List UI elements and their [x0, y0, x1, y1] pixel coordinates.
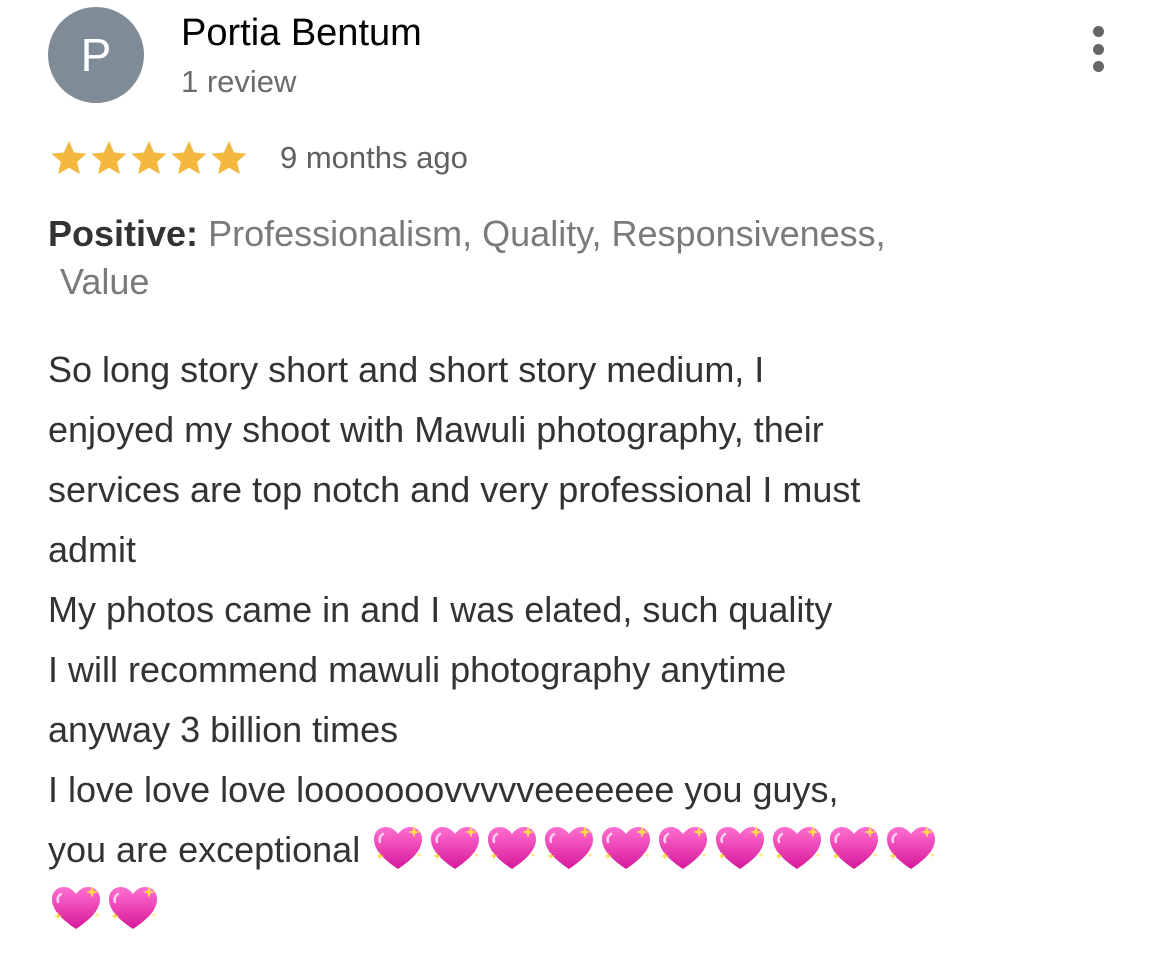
more-vert-icon	[1092, 26, 1104, 37]
review-line-emoji-continued	[48, 880, 1068, 940]
star-icon	[91, 141, 127, 175]
sparkling-heart-icon	[887, 826, 936, 870]
sparkling-hearts	[370, 822, 940, 874]
avatar[interactable]: P	[48, 7, 144, 103]
avatar-letter: P	[80, 29, 112, 81]
review-line: My photos came in and I was elated, such…	[48, 589, 833, 630]
sparkling-heart-icon	[830, 826, 879, 870]
review-line-emoji: you are exceptional	[48, 820, 1068, 880]
star-icon	[211, 141, 247, 175]
review-card: P Portia Bentum 1 review 9 months ago Po…	[0, 0, 1170, 967]
sparkling-heart-icon	[659, 826, 708, 870]
review-line: anyway 3 billion times	[48, 709, 399, 750]
star-icon	[171, 141, 207, 175]
review-line: So long story short and short story medi…	[48, 349, 765, 390]
aspects-list: Professionalism, Quality, Responsiveness…	[208, 213, 886, 254]
sparkling-heart-icon	[52, 886, 100, 930]
positive-aspects: Positive: Professionalism, Quality, Resp…	[48, 210, 1048, 306]
sparkling-heart-icon	[773, 826, 822, 870]
more-vert-icon-dot	[1092, 61, 1104, 72]
sparkling-heart-icon	[545, 826, 594, 870]
review-line: admit	[48, 529, 137, 570]
sparkling-heart-icon	[431, 826, 480, 870]
review-body: So long story short and short story medi…	[48, 340, 1068, 940]
review-line: enjoyed my shoot with Mawuli photography…	[48, 409, 824, 450]
star-rating	[49, 135, 249, 181]
author-name[interactable]: Portia Bentum	[181, 12, 422, 55]
sparkling-heart-icon	[716, 826, 765, 870]
aspects-list-continued: Value	[60, 261, 150, 302]
review-date: 9 months ago	[280, 140, 468, 175]
review-count: 1 review	[181, 64, 297, 99]
sparkling-heart-icon	[374, 826, 423, 870]
sparkling-heart-icon	[109, 886, 157, 930]
star-icon	[51, 141, 87, 175]
review-line: you are exceptional	[48, 829, 361, 870]
review-line: I love love love looooooovvvvveeeeeee yo…	[48, 769, 839, 810]
sparkling-heart-icon	[488, 826, 537, 870]
sparkling-hearts	[48, 882, 162, 934]
review-line: services are top notch and very professi…	[48, 469, 861, 510]
aspects-label: Positive:	[48, 213, 199, 254]
more-vert-icon-dot	[1092, 43, 1104, 55]
more-options-button[interactable]	[1082, 26, 1114, 72]
star-icon	[131, 141, 167, 175]
sparkling-heart-icon	[602, 826, 651, 870]
review-line: I will recommend mawuli photography anyt…	[48, 649, 787, 690]
